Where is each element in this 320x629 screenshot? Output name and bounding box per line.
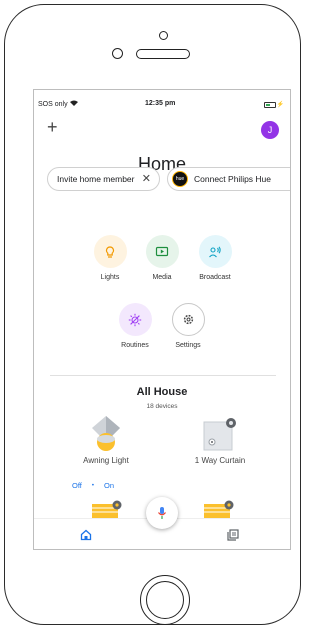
nav-home-tab[interactable]: [80, 528, 92, 546]
broadcast-circle: [198, 235, 232, 268]
blind-device-icon-2: [204, 500, 234, 518]
close-icon[interactable]: ✕: [142, 172, 151, 185]
carrier-label: SOS only: [38, 100, 78, 108]
lights-circle: [93, 235, 127, 268]
account-avatar[interactable]: J: [261, 121, 279, 139]
blind-device-icon: [92, 500, 122, 518]
gear-icon: [183, 314, 193, 325]
status-bar: SOS only 12:35 pm ⚡: [34, 100, 290, 112]
nav-feed-tab[interactable]: [227, 528, 239, 546]
wifi-icon: [69, 100, 78, 106]
feed-icon: [227, 529, 239, 541]
charging-icon: ⚡: [276, 102, 284, 108]
broadcast-icon: [209, 245, 221, 257]
routines-circle: [118, 303, 152, 336]
hardware-home-button-ring: [146, 581, 184, 619]
chip-label: Invite home member: [57, 174, 135, 184]
battery-icon: [263, 101, 276, 108]
suggestion-chips: Invite home member ✕ hue Connect Philips…: [47, 167, 290, 191]
home-icon: [80, 529, 92, 541]
assistant-mic-button[interactable]: [146, 497, 178, 529]
routines-action[interactable]: Routines: [110, 303, 160, 349]
device-awning-light[interactable]: Awning Light: [64, 416, 148, 465]
off-button[interactable]: Off: [72, 481, 82, 491]
lights-action[interactable]: Lights: [85, 235, 135, 281]
room-title: All House: [136, 386, 188, 398]
connect-hue-chip[interactable]: hue Connect Philips Hue: [167, 167, 290, 191]
device-count: 18 devices: [146, 403, 178, 410]
media-circle: [145, 235, 179, 268]
lights-label: Lights: [100, 274, 120, 281]
app-screen: SOS only 12:35 pm ⚡ + J Home Invite home…: [33, 89, 291, 550]
chip-label: Connect Philips Hue: [194, 174, 272, 184]
settings-label: Settings: [175, 342, 201, 349]
light-bulb-icon: [92, 416, 120, 451]
settings-action[interactable]: Settings: [163, 303, 213, 349]
hue-logo-icon: hue: [172, 171, 188, 187]
routines-icon: [128, 313, 142, 326]
bulb-icon: [105, 245, 115, 258]
settings-circle: [171, 303, 205, 336]
separator-dot: •: [91, 483, 94, 489]
carrier-text: SOS only: [38, 101, 68, 108]
microphone-icon: [158, 507, 166, 519]
light-toggle-row: Off • On: [72, 481, 114, 491]
front-camera: [159, 31, 168, 40]
sensor: [112, 48, 123, 59]
media-action[interactable]: Media: [137, 235, 187, 281]
broadcast-label: Broadcast: [199, 274, 231, 281]
on-button[interactable]: On: [104, 481, 114, 491]
device-curtain[interactable]: 1 Way Curtain: [178, 416, 262, 465]
device-name: 1 Way Curtain: [194, 456, 246, 465]
battery-indicator: ⚡: [263, 101, 284, 108]
earpiece-speaker: [136, 49, 190, 59]
hardware-home-button[interactable]: [140, 575, 190, 625]
curtain-device-icon: [203, 418, 236, 451]
routines-label: Routines: [121, 342, 149, 349]
media-icon: [155, 246, 169, 256]
invite-member-chip[interactable]: Invite home member ✕: [47, 167, 160, 191]
media-label: Media: [152, 274, 172, 281]
broadcast-action[interactable]: Broadcast: [190, 235, 240, 281]
clock: 12:35 pm: [145, 100, 176, 107]
device-name: Awning Light: [83, 456, 129, 465]
add-button[interactable]: +: [47, 118, 58, 136]
section-divider: [50, 375, 276, 376]
